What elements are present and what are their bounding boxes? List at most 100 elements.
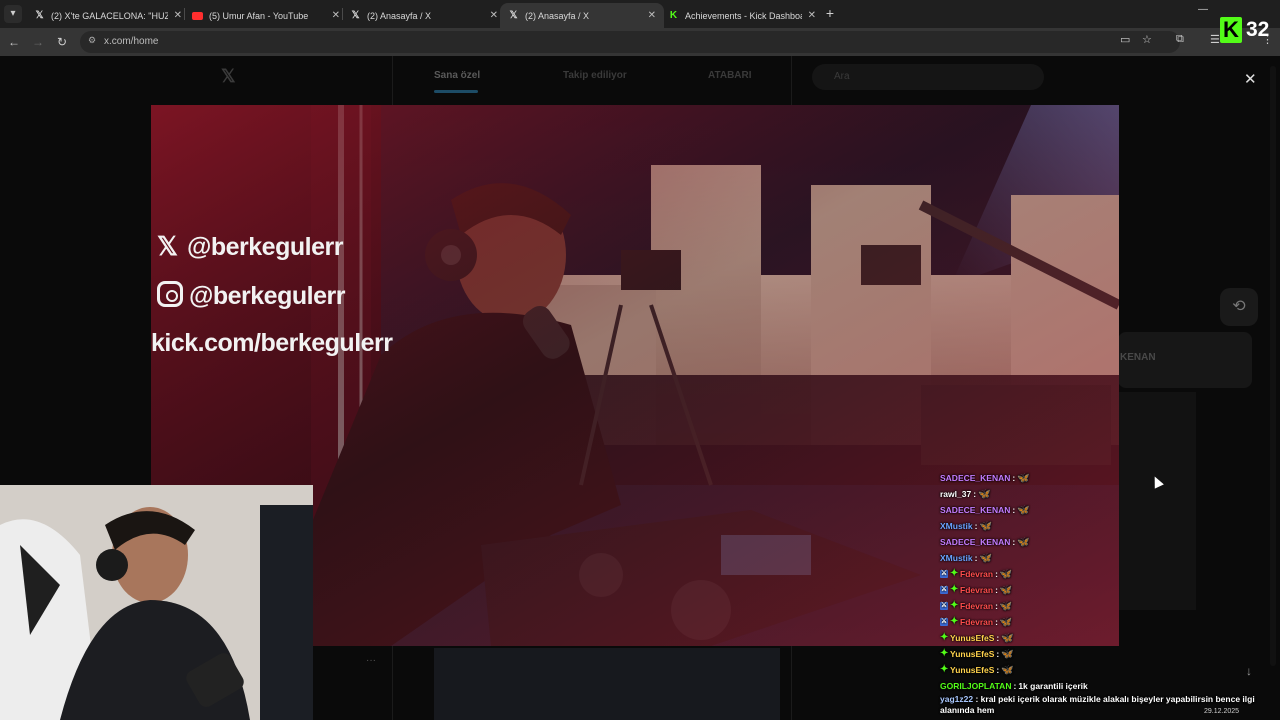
chat-message: GORILJOPLATAN :1k garantili içerik — [940, 678, 1280, 694]
instagram-icon — [157, 281, 183, 307]
tab-title: (5) Umur Afan - YouTube — [209, 10, 309, 21]
new-tab-button[interactable]: + — [822, 5, 838, 21]
butterfly-emote-icon: 🦋 — [1017, 472, 1030, 484]
chat-message: ⚔ ✦ Fdevran : 🦋 — [940, 582, 1280, 598]
chat-username: Fdevran — [960, 601, 994, 611]
chat-separator: : — [973, 489, 977, 499]
viewer-count-badge: K 32 — [1220, 14, 1280, 46]
chat-separator: : — [995, 617, 998, 627]
chat-separator: : — [996, 649, 1000, 659]
moderator-badge-icon: ⚔ — [940, 570, 948, 578]
kick-handle-text: kick.com/berkegulerr — [151, 329, 393, 357]
taskbar-date: 29.12.2025 — [1204, 708, 1240, 715]
chat-message: ⚔ ✦ Fdevran : 🦋 — [940, 614, 1280, 630]
close-icon[interactable]: ✕ — [1244, 70, 1257, 88]
butterfly-emote-icon: 🦋 — [999, 584, 1013, 596]
x-icon: 𝕏 — [351, 10, 360, 21]
moderator-badge-icon: ⚔ — [940, 618, 948, 626]
chat-separator: : — [995, 601, 998, 611]
tab-title: (2) Anasayfa / X — [525, 10, 590, 21]
tab-close-icon[interactable]: ✕ — [490, 10, 498, 21]
tab-4[interactable]: K Achievements - Kick Dashboard ✕ — [660, 3, 824, 28]
chat-username: rawl_37 — [940, 489, 972, 499]
x-icon: 𝕏 — [509, 10, 518, 21]
tab-close-icon[interactable]: ✕ — [332, 10, 340, 21]
chat-username: YunusEfeS — [950, 665, 995, 675]
youtube-icon — [192, 10, 203, 21]
back-icon[interactable]: ← — [6, 34, 22, 50]
search-input[interactable]: Ara — [812, 64, 1044, 90]
x-handle-text: @berkegulerr — [187, 233, 343, 261]
tab-close-icon[interactable]: ✕ — [648, 10, 656, 21]
chat-username: XMustik — [940, 553, 973, 563]
chat-username: Fdevran — [960, 617, 994, 627]
chat-username: GORILJOPLATAN — [940, 681, 1012, 691]
subscriber-badge-icon: ✦ — [950, 584, 959, 595]
x-icon: 𝕏 — [35, 10, 44, 21]
reload-icon[interactable]: ↻ — [54, 34, 70, 50]
instagram-handle: @berkegulerr — [157, 281, 345, 311]
chat-username: SADECE_KENAN — [940, 537, 1011, 547]
grok-icon[interactable]: ⟲ — [1220, 288, 1258, 326]
tab-following[interactable]: Takip ediliyor — [563, 70, 627, 81]
webcam-scene — [0, 485, 313, 720]
tab-0[interactable]: 𝕏 (2) X'te GALACELONA: "HUZURU ✕ — [26, 3, 190, 28]
chat-username: Fdevran — [960, 569, 994, 579]
tab-atabari[interactable]: ATABARI — [708, 70, 752, 81]
tab-3-active[interactable]: 𝕏 (2) Anasayfa / X ✕ — [500, 3, 664, 28]
chat-username: SADECE_KENAN — [940, 473, 1011, 483]
subscriber-badge-icon: ✦ — [940, 648, 949, 659]
butterfly-emote-icon: 🦋 — [1001, 632, 1014, 644]
chat-separator: : — [995, 569, 998, 579]
tab-close-icon[interactable]: ✕ — [174, 10, 182, 21]
viewer-count: 32 — [1246, 18, 1270, 41]
butterfly-emote-icon: 🦋 — [1017, 504, 1030, 516]
tab-search-button[interactable]: ▾ — [4, 5, 22, 23]
subscriber-badge-icon: ✦ — [950, 616, 959, 627]
forward-icon[interactable]: → — [30, 34, 46, 50]
more-icon[interactable]: ··· — [366, 655, 376, 666]
chat-message: XMustik : 🦋 — [940, 550, 1280, 566]
butterfly-emote-icon: 🦋 — [999, 568, 1013, 580]
chat-message: ✦ YunusEfeS : 🦋 — [940, 662, 1280, 678]
cast-icon[interactable]: ▭ — [1120, 33, 1130, 46]
tab-title: Achievements - Kick Dashboard — [685, 10, 802, 21]
site-info-icon[interactable]: ⚙ — [88, 35, 96, 46]
minimize-icon[interactable]: — — [1198, 4, 1208, 15]
chat-separator: : — [996, 665, 1000, 675]
x-logo-icon[interactable]: 𝕏 — [221, 66, 236, 87]
chat-message: rawl_37 : 🦋 — [940, 486, 1280, 502]
chat-message: ⚔ ✦ Fdevran : 🦋 — [940, 566, 1280, 582]
butterfly-emote-icon: 🦋 — [1001, 648, 1014, 660]
kick-logo-icon: K — [1220, 17, 1242, 43]
bookmark-star-icon[interactable]: ☆ — [1142, 33, 1152, 46]
butterfly-emote-icon: 🦋 — [999, 600, 1013, 612]
moderator-badge-icon: ⚔ — [940, 586, 948, 594]
chat-separator: : — [974, 553, 978, 563]
subscriber-badge-icon: ✦ — [940, 632, 949, 643]
butterfly-emote-icon: 🦋 — [979, 552, 992, 564]
tab-1[interactable]: (5) Umur Afan - YouTube ✕ — [184, 3, 348, 28]
toolbar: ← → ↻ ⚙ x.com/home ▭ ☆ ⧉ ☰ ⋮ — [0, 28, 1280, 56]
webcam-feed — [0, 485, 313, 720]
chat-message-text: 1k garantili içerik — [1018, 681, 1088, 691]
moderator-badge-icon: ⚔ — [940, 602, 948, 610]
chat-overlay: SADECE_KENAN : 🦋 rawl_37 : 🦋 SADECE_KENAN : 🦋… — [940, 470, 1280, 694]
chat-message: ⚔ ✦ Fdevran : 🦋 — [940, 598, 1280, 614]
tab-close-icon[interactable]: ✕ — [808, 10, 816, 21]
chat-message: SADECE_KENAN : 🦋 — [940, 534, 1280, 550]
chat-separator: : — [1013, 681, 1017, 691]
chat-message: SADECE_KENAN : 🦋 — [940, 502, 1280, 518]
x-handle: 𝕏 @berkegulerr — [157, 231, 343, 262]
chat-message: XMustik : 🦋 — [940, 518, 1280, 534]
subscriber-badge-icon: ✦ — [950, 600, 959, 611]
chat-separator: : — [1012, 537, 1016, 547]
subscriber-badge-icon: ✦ — [950, 568, 959, 579]
tab-for-you[interactable]: Sana özel — [434, 70, 480, 81]
extensions-icon[interactable]: ⧉ — [1176, 33, 1184, 46]
chat-username: YunusEfeS — [950, 633, 995, 643]
address-bar[interactable]: ⚙ x.com/home — [80, 31, 1180, 53]
reading-list-icon[interactable]: ☰ — [1210, 33, 1220, 46]
tab-2[interactable]: 𝕏 (2) Anasayfa / X ✕ — [342, 3, 506, 28]
subscriber-badge-icon: ✦ — [940, 664, 949, 675]
